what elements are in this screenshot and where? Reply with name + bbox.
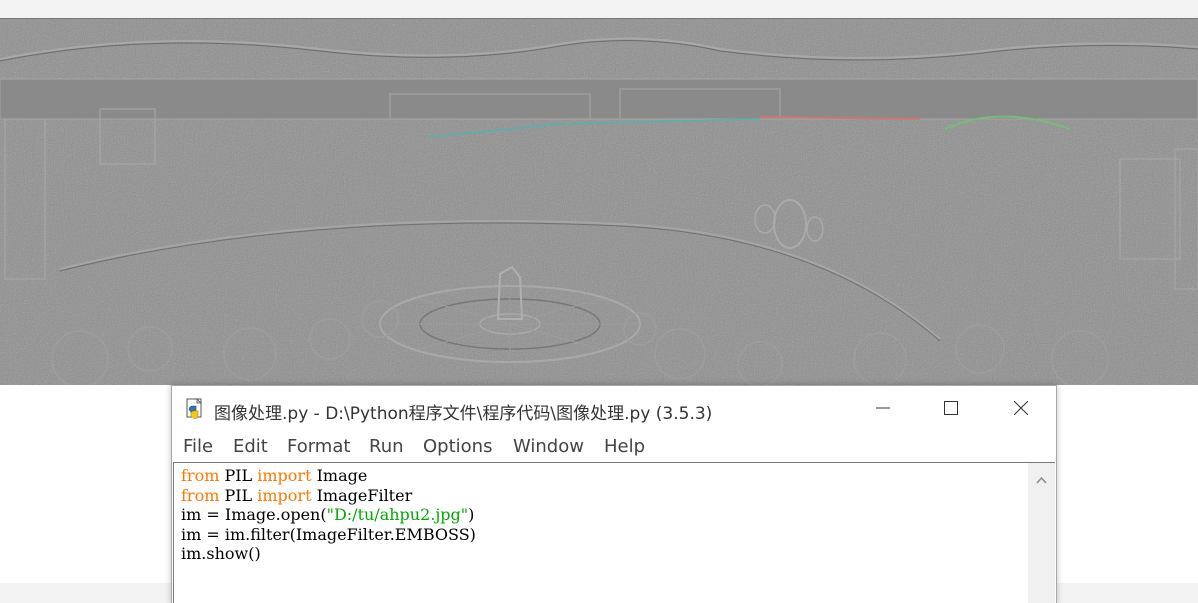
vertical-scrollbar[interactable] [1028, 462, 1055, 603]
code-line-5: im.show() [181, 544, 261, 563]
code-line-3: im = Image.open("D:/tu/ahpu2.jpg") [181, 505, 474, 524]
python-file-icon [184, 398, 206, 420]
code-segment: ) [468, 505, 475, 524]
scroll-up-button[interactable] [1036, 471, 1047, 489]
menu-format[interactable]: Format [287, 436, 350, 457]
module-name: PIL [219, 466, 258, 485]
close-icon [1014, 401, 1028, 415]
scroll-up-icon [1036, 476, 1047, 484]
menu-help[interactable]: Help [604, 436, 645, 457]
code-segment: im = Image.open( [181, 505, 327, 524]
menu-options[interactable]: Options [423, 436, 492, 457]
keyword: import [257, 485, 312, 505]
embossed-campus-image [0, 19, 1198, 386]
keyword: from [181, 466, 220, 485]
menu-file[interactable]: File [183, 436, 213, 457]
module-name: PIL [219, 485, 258, 505]
maximize-icon [944, 401, 958, 415]
import-name: ImageFilter [311, 485, 413, 505]
close-button[interactable] [998, 386, 1044, 432]
code-line-2: from PIL import ImageFilter [181, 486, 412, 505]
idle-editor-window[interactable]: 图像处理.py - D:\Python程序文件\程序代码\图像处理.py (3.… [171, 385, 1057, 603]
embossed-image-view [0, 18, 1198, 386]
window-title: 图像处理.py - D:\Python程序文件\程序代码\图像处理.py (3.… [214, 404, 713, 424]
minimize-button[interactable] [860, 386, 906, 432]
code-line-4: im = im.filter(ImageFilter.EMBOSS) [181, 524, 476, 544]
menu-edit[interactable]: Edit [233, 436, 268, 457]
code-text[interactable]: from PIL import Image from PIL import Im… [181, 466, 476, 564]
title-bar[interactable]: 图像处理.py - D:\Python程序文件\程序代码\图像处理.py (3.… [172, 386, 1056, 432]
menu-window[interactable]: Window [513, 436, 584, 457]
menu-run[interactable]: Run [369, 436, 404, 457]
keyword: import [257, 466, 312, 485]
menu-bar: File Edit Format Run Options Window Help [172, 432, 1056, 462]
maximize-button[interactable] [928, 386, 974, 432]
code-line-1: from PIL import Image [181, 466, 367, 485]
import-name: Image [311, 466, 368, 485]
desktop: 图像处理.py - D:\Python程序文件\程序代码\图像处理.py (3.… [0, 0, 1198, 603]
string-literal: "D:/tu/ahpu2.jpg" [326, 505, 469, 524]
minimize-icon [876, 407, 890, 409]
keyword: from [181, 485, 220, 505]
code-editor[interactable]: from PIL import Image from PIL import Im… [173, 462, 1028, 603]
